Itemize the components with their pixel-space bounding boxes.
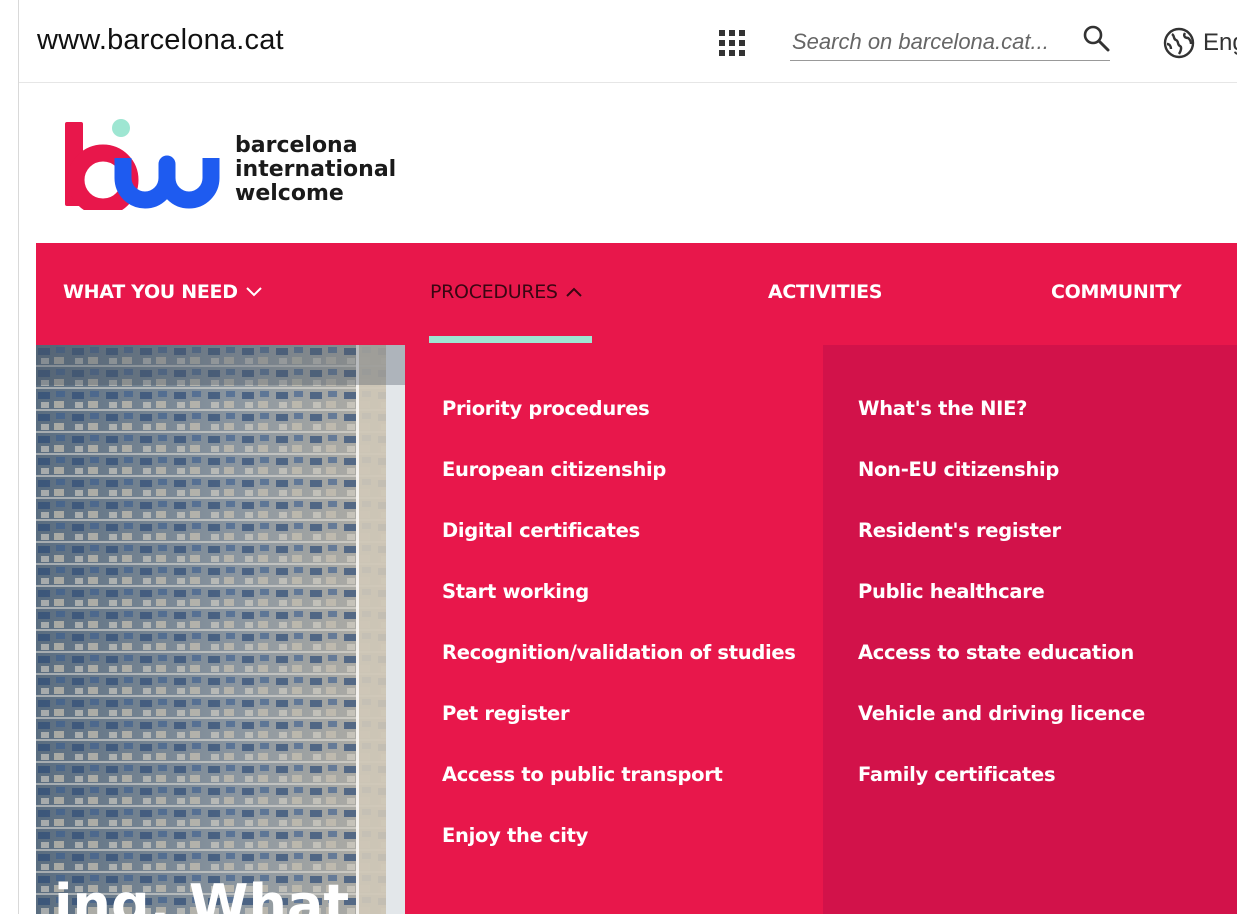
dropdown-menu-item[interactable]: Vehicle and driving licence bbox=[858, 702, 1145, 763]
hero-building-photo bbox=[36, 345, 405, 914]
globe-icon bbox=[1163, 27, 1195, 59]
dropdown-menu-item[interactable]: Priority procedures bbox=[442, 397, 796, 458]
language-selector[interactable]: Eng bbox=[1163, 26, 1237, 60]
dropdown-menu-item[interactable]: Non-EU citizenship bbox=[858, 458, 1145, 519]
procedures-list-left: Priority procedures European citizenship D… bbox=[442, 397, 796, 885]
dropdown-menu-item[interactable]: Recognition/validation of studies bbox=[442, 641, 796, 702]
chevron-down-icon bbox=[245, 287, 262, 297]
dropdown-menu-item[interactable]: Enjoy the city bbox=[442, 824, 796, 885]
grid-apps-icon[interactable] bbox=[719, 30, 745, 56]
logo-text: barcelona international welcome bbox=[235, 134, 396, 206]
logo-line-1: barcelona bbox=[235, 133, 358, 158]
bcn-international-welcome-logo[interactable]: barcelona international welcome bbox=[63, 118, 403, 216]
nav-item-procedures[interactable]: PROCEDURES bbox=[430, 281, 582, 303]
dropdown-menu-item[interactable]: Resident's register bbox=[858, 519, 1145, 580]
nav-label: ACTIVITIES bbox=[768, 281, 883, 303]
language-label: Eng bbox=[1203, 29, 1237, 56]
dropdown-menu-item[interactable]: What's the NIE? bbox=[858, 397, 1145, 458]
procedures-list-right: What's the NIE? Non-EU citizenship Residen… bbox=[858, 397, 1145, 824]
site-url-link[interactable]: www.barcelona.cat bbox=[37, 24, 284, 57]
dropdown-menu-item[interactable]: Pet register bbox=[442, 702, 796, 763]
main-nav: WHAT YOU NEED PROCEDURES ACTIVITIES COMM… bbox=[36, 243, 1237, 345]
hero-image-torre-glories: ing. What bbox=[36, 345, 405, 914]
active-tab-indicator bbox=[429, 336, 592, 343]
nav-item-community[interactable]: COMMUNITY bbox=[1051, 281, 1182, 303]
chevron-up-icon bbox=[565, 287, 582, 297]
dropdown-menu-item[interactable]: Family certificates bbox=[858, 763, 1145, 824]
search-input[interactable] bbox=[790, 26, 1064, 58]
nav-label: COMMUNITY bbox=[1051, 281, 1182, 303]
top-bar: www.barcelona.cat Eng bbox=[19, 0, 1237, 83]
dropdown-menu-item[interactable]: Digital certificates bbox=[442, 519, 796, 580]
biw-logo-mark bbox=[65, 119, 220, 216]
dropdown-menu-item[interactable]: Start working bbox=[442, 580, 796, 641]
hero-heading-partial: ing. What bbox=[54, 873, 350, 914]
nav-item-what-you-need[interactable]: WHAT YOU NEED bbox=[63, 281, 262, 303]
search-box bbox=[790, 22, 1110, 61]
dropdown-menu-item[interactable]: Public healthcare bbox=[858, 580, 1145, 641]
nav-label: PROCEDURES bbox=[430, 281, 558, 303]
dropdown-menu-item[interactable]: Access to state education bbox=[858, 641, 1145, 702]
logo-line-3: welcome bbox=[235, 181, 344, 206]
nav-label: WHAT YOU NEED bbox=[63, 281, 238, 303]
procedures-dropdown-right: What's the NIE? Non-EU citizenship Residen… bbox=[823, 345, 1237, 914]
nav-item-activities[interactable]: ACTIVITIES bbox=[768, 281, 882, 303]
browser-page: www.barcelona.cat Eng bbox=[18, 0, 1237, 914]
procedures-dropdown-left: Priority procedures European citizenship D… bbox=[405, 345, 825, 914]
dropdown-menu-item[interactable]: Access to public transport bbox=[442, 763, 796, 824]
logo-line-2: international bbox=[235, 157, 397, 182]
search-icon[interactable] bbox=[1082, 24, 1110, 52]
dropdown-menu-item[interactable]: European citizenship bbox=[442, 458, 796, 519]
